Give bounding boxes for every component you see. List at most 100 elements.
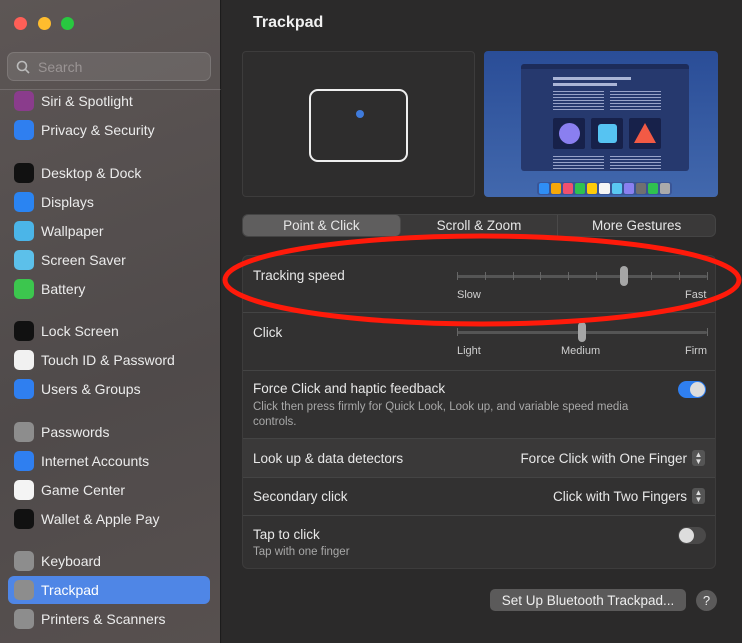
trackpad-pane: Trackpad Point & Click Scroll & Zoom Mor… xyxy=(222,0,742,643)
slider-thumb[interactable] xyxy=(578,322,586,342)
at-icon xyxy=(14,451,34,471)
lookup-popup[interactable]: Force Click with One Finger ▲ ▼ xyxy=(520,450,705,466)
tracking-speed-label: Tracking speed xyxy=(253,268,345,283)
sidebar-item-keyboard[interactable]: Keyboard xyxy=(8,547,210,575)
firm-label: Firm xyxy=(685,345,707,357)
zoom-button[interactable] xyxy=(61,17,74,30)
flower-icon xyxy=(14,221,34,241)
slider-tick xyxy=(484,272,486,280)
sidebar-item-label: Touch ID & Password xyxy=(41,352,175,368)
preview-window xyxy=(521,64,689,171)
tab-bar: Point & Click Scroll & Zoom More Gesture… xyxy=(242,214,716,237)
sidebar-item-touch-id-password[interactable]: Touch ID & Password xyxy=(8,346,210,374)
tracking-speed-row: Tracking speed Slow Fast xyxy=(243,256,715,313)
secondary-click-popup[interactable]: Click with Two Fingers ▲ ▼ xyxy=(553,488,705,504)
slider-thumb[interactable] xyxy=(619,266,628,286)
sidebar-item-label: Internet Accounts xyxy=(41,453,150,469)
search-placeholder: Search xyxy=(38,58,83,75)
light-label: Light xyxy=(457,345,481,357)
sidebar-item-game-center[interactable]: Game Center xyxy=(8,476,210,504)
key-icon xyxy=(14,422,34,442)
force-click-description: Click then press firmly for Quick Look, … xyxy=(253,401,629,428)
sidebar-item-label: Trackpad xyxy=(41,582,99,598)
gesture-video-preview xyxy=(484,51,718,197)
sidebar-item-privacy-security[interactable]: Privacy & Security xyxy=(8,116,210,144)
search-input[interactable]: Search xyxy=(7,52,211,81)
sidebar-item-printers-scanners[interactable]: Printers & Scanners xyxy=(8,605,210,633)
tap-to-click-label: Tap to click xyxy=(253,527,320,542)
chevron-updown-icon: ▲ ▼ xyxy=(692,488,705,504)
medium-label: Medium xyxy=(561,345,601,357)
tap-to-click-toggle[interactable] xyxy=(678,527,706,544)
setup-bluetooth-trackpad-button[interactable]: Set Up Bluetooth Trackpad... xyxy=(490,589,686,611)
click-label: Click xyxy=(253,325,283,340)
sidebar-item-siri-spotlight[interactable]: Siri & Spotlight xyxy=(8,87,210,115)
secondary-click-label: Secondary click xyxy=(253,489,348,504)
force-click-label: Force Click and haptic feedback xyxy=(253,381,446,396)
sidebar: Search Siri & Spotlight Privacy & Securit… xyxy=(0,0,221,643)
close-button[interactable] xyxy=(14,17,27,30)
sidebar-item-internet-accounts[interactable]: Internet Accounts xyxy=(8,447,210,475)
lock-icon xyxy=(14,321,34,341)
sidebar-item-label: Screen Saver xyxy=(41,252,126,268)
hand-icon xyxy=(14,120,34,140)
sidebar-item-wallpaper[interactable]: Wallpaper xyxy=(8,217,210,245)
slider-tick xyxy=(512,272,514,280)
slider-tick xyxy=(595,272,597,280)
sun-icon xyxy=(14,192,34,212)
wallet-icon xyxy=(14,509,34,529)
sidebar-item-label: Game Center xyxy=(41,482,126,498)
sidebar-item-displays[interactable]: Displays xyxy=(8,188,210,216)
keyboard-icon xyxy=(14,551,34,571)
sidebar-item-desktop-dock[interactable]: Desktop & Dock xyxy=(8,159,210,187)
slider-tick xyxy=(457,272,458,280)
tab-point-click[interactable]: Point & Click xyxy=(243,215,401,236)
sidebar-item-label: Keyboard xyxy=(41,553,101,569)
sidebar-item-trackpad[interactable]: Trackpad xyxy=(8,576,210,604)
secondary-click-value: Click with Two Fingers xyxy=(552,488,687,504)
slider-tick xyxy=(679,272,681,280)
slider-tick xyxy=(651,272,653,280)
lookup-label: Look up & data detectors xyxy=(253,451,404,466)
trackpad-preview xyxy=(242,51,475,197)
slider-tick xyxy=(568,272,570,280)
settings-group: Tracking speed Slow Fast Click Light Med… xyxy=(242,255,716,569)
sidebar-item-label: Printers & Scanners xyxy=(41,611,166,627)
sidebar-item-wallet-apple-pay[interactable]: Wallet & Apple Pay xyxy=(8,505,210,533)
screensaver-icon xyxy=(14,250,34,270)
dock-icon xyxy=(14,163,34,183)
printer-icon xyxy=(14,609,34,629)
sidebar-item-battery[interactable]: Battery xyxy=(8,275,210,303)
sidebar-item-users-groups[interactable]: Users & Groups xyxy=(8,375,210,403)
page-title: Trackpad xyxy=(253,14,324,31)
touch-dot xyxy=(356,110,364,118)
sidebar-item-label: Siri & Spotlight xyxy=(41,93,133,109)
users-icon xyxy=(14,379,34,399)
force-click-row: Force Click and haptic feedback Click th… xyxy=(243,371,715,439)
slider-tick xyxy=(457,328,458,336)
force-click-toggle[interactable] xyxy=(678,381,706,398)
siri-icon xyxy=(14,91,34,111)
sidebar-item-label: Battery xyxy=(41,281,86,297)
sidebar-item-screen-saver[interactable]: Screen Saver xyxy=(8,246,210,274)
lookup-row: Look up & data detectors Force Click wit… xyxy=(243,439,715,478)
trackpad-icon xyxy=(14,580,34,600)
tap-to-click-row: Tap to click Tap with one finger xyxy=(243,516,715,568)
tab-scroll-zoom[interactable]: Scroll & Zoom xyxy=(401,215,559,236)
tab-more-gestures[interactable]: More Gestures xyxy=(558,215,715,236)
lookup-value: Force Click with One Finger xyxy=(520,450,687,466)
help-button[interactable]: ? xyxy=(696,590,717,611)
sidebar-item-label: Passwords xyxy=(41,424,110,440)
slow-label: Slow xyxy=(457,289,481,301)
sidebar-item-label: Desktop & Dock xyxy=(41,165,142,181)
sidebar-item-passwords[interactable]: Passwords xyxy=(8,418,210,446)
sidebar-item-label: Displays xyxy=(41,194,94,210)
minimize-button[interactable] xyxy=(38,17,51,30)
search-icon xyxy=(16,60,30,74)
slider-tick xyxy=(707,272,708,280)
chevron-updown-icon: ▲ ▼ xyxy=(692,450,705,466)
sidebar-item-lock-screen[interactable]: Lock Screen xyxy=(8,317,210,345)
sidebar-item-label: Users & Groups xyxy=(41,381,141,397)
tap-to-click-description: Tap with one finger xyxy=(253,546,350,558)
fast-label: Fast xyxy=(685,289,707,301)
